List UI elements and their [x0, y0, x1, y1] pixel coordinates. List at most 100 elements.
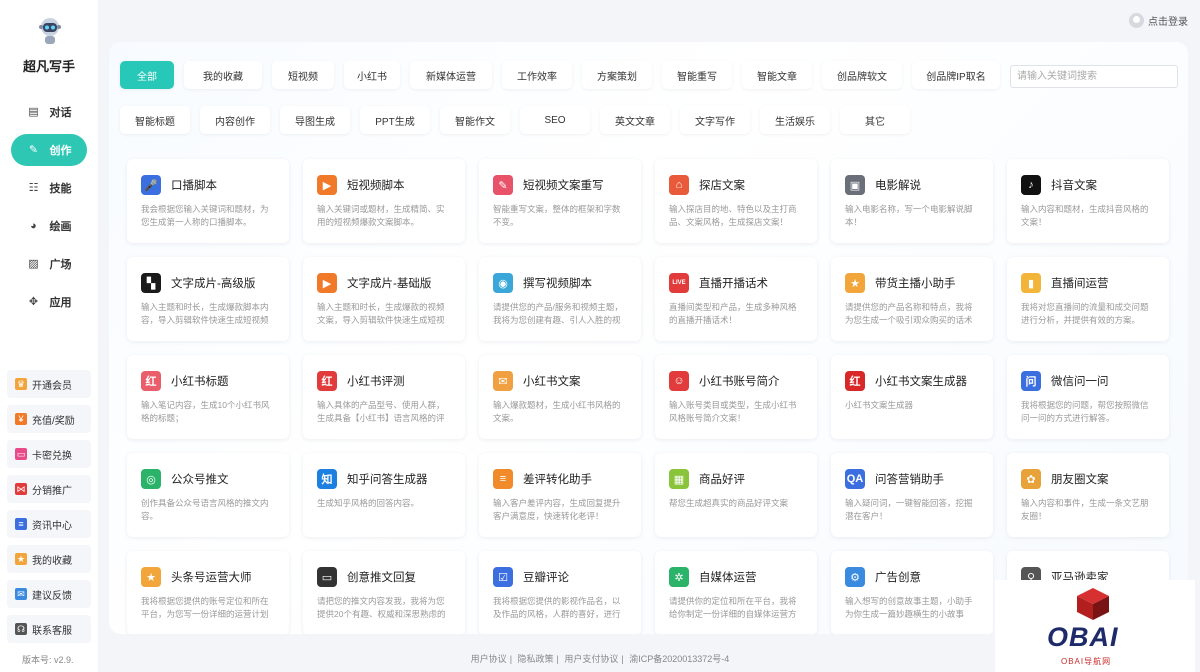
tool-card[interactable]: ♪ 抖音文案 输入内容和题材，生成抖音风格的文案！ [1007, 159, 1169, 243]
tool-card[interactable]: ◉ 撰写视频脚本请提供您的产品/服务和视频主题，我将为您创建有趣、引人入胜的视频脚… [479, 257, 641, 341]
tool-card[interactable]: ★ 带货主播小助手 请提供您的产品名称和特点，我将为您生成一个吸引观众购买的话术 [831, 257, 993, 341]
tool-card[interactable]: ✎ 短视频文案重写 智能重写文案，整体的框架和字数不变。 [479, 159, 641, 243]
card-description: 输入电影名称，写一个电影解说脚本！ [845, 204, 973, 227]
tool-card[interactable]: ☺ 小红书账号简介 输入账号类目或类型，生成小红书风格账号简介文案！ [655, 355, 817, 439]
card-title: 直播间运营 [1051, 278, 1109, 290]
tool-card[interactable]: ◎ 公众号推文 创作具备公众号语言风格的推文内容。 [127, 453, 289, 537]
card-title: 小红书评测 [347, 376, 405, 388]
menu-favorites[interactable]: ★ 我的收藏 [7, 545, 91, 573]
nav-item-create[interactable]: ✎ 创作 [11, 134, 87, 166]
card-title: 商品好评 [699, 474, 745, 486]
cube-logo-icon [1077, 588, 1109, 620]
card-header: ⌂ 探店文案 [669, 175, 803, 195]
tool-card[interactable]: 红小红书标题 输入笔记内容，生成10个小红书风格的标题； [127, 355, 289, 439]
tag-xiaohongshu[interactable]: 小红书 [344, 61, 400, 89]
footer-payment-agreement[interactable]: 用户支付协议 [564, 654, 618, 664]
tag-english[interactable]: 英文文章 [600, 106, 670, 134]
tool-card[interactable]: ≡ 差评转化助手 输入客户差评内容，生成回复提升客户满意度，快速转化老评！ [479, 453, 641, 537]
footer-privacy[interactable]: 隐私政策 [518, 654, 554, 664]
tool-card[interactable]: ▶ 短视频脚本 输入关键词或题材，生成精简、实用的短视频爆款文案脚本。 [303, 159, 465, 243]
grid-icon: ✥ [28, 296, 39, 308]
tool-card[interactable]: ☑ 豆瓣评论我将根据您提供的影视作品名，以及作品的风格，人群的喜好，进行评论 [479, 551, 641, 634]
tag-seo[interactable]: SEO [520, 106, 590, 134]
tag-brand-article[interactable]: 创品牌软文 [822, 61, 902, 89]
nav-item-skills[interactable]: ☷ 技能 [11, 172, 87, 204]
card-description: 输入爆款题材，生成小红书风格的文案。 [493, 400, 621, 423]
tool-card[interactable]: ▮ 直播间运营 我将对您直播间的流量和成交问题进行分析，并提供有效的方案。 [1007, 257, 1169, 341]
card-description: 输入客户差评内容，生成回复提升客户满意度，快速转化老评！ [493, 498, 621, 521]
card-description: 请提供你的定位和所在平台，我将给你制定一份详细的自媒体运营方案 [669, 596, 797, 619]
tag-article[interactable]: 智能文章 [742, 61, 812, 89]
tool-card[interactable]: ⌂ 探店文案 输入探店目的地、特色以及主打商品、文案风格，生成探店文案！ [655, 159, 817, 243]
card-description: 请提供您的产品/服务和视频主题，我将为您创建有趣、引人入胜的视频脚本 [493, 302, 623, 325]
card-header: ★ 带货主播小助手 [845, 273, 979, 293]
tag-new-media[interactable]: 新媒体运营 [410, 61, 492, 89]
tag-content[interactable]: 内容创作 [200, 106, 270, 134]
watermark-subtext: OBAI导航网 [1061, 657, 1112, 666]
video-play-icon: ▶ [317, 273, 337, 293]
tag-favorites[interactable]: 我的收藏 [184, 61, 262, 89]
footer-icp[interactable]: 渝ICP备2020013372号-4 [629, 654, 729, 664]
tag-writing[interactable]: 文字写作 [680, 106, 750, 134]
sidebar: 超凡写手 ▤ 对话 ✎ 创作 ☷ 技能 ◕ 绘画 ▨ 广场 ✥ 应用 ♛ 开通会员 ¥ 充值/奖… [0, 0, 98, 672]
tag-essay[interactable]: 智能作文 [440, 106, 510, 134]
tool-card[interactable]: ★ 头条号运营大师 我将根据您提供的账号定位和所在平台，为您写一份详细的运营计划 [127, 551, 289, 634]
card-description: 输入具体的产品型号、使用人群，生成具备【小红书】语言风格的评测文案 [317, 400, 445, 423]
tag-other[interactable]: 其它 [840, 106, 910, 134]
menu-feedback[interactable]: ✉ 建议反馈 [7, 580, 91, 608]
tool-card[interactable]: 🎤 口播脚本 我会根据您输入关键词和题材，为您生成第一人称的口播脚本。 [127, 159, 289, 243]
nav-item-square[interactable]: ▨ 广场 [11, 248, 87, 280]
tag-title[interactable]: 智能标题 [120, 106, 190, 134]
tag-rewrite[interactable]: 智能重写 [662, 61, 732, 89]
tool-card[interactable]: 红小红书评测输入具体的产品型号、使用人群，生成具备【小红书】语言风格的评测文案 [303, 355, 465, 439]
menu-distribution[interactable]: ⋈ 分销推广 [7, 475, 91, 503]
card-title: 自媒体运营 [699, 572, 757, 584]
tag-mindmap[interactable]: 导图生成 [280, 106, 350, 134]
card-header: ☑ 豆瓣评论 [493, 567, 627, 587]
card-title: 抖音文案 [1051, 180, 1097, 192]
menu-recharge[interactable]: ¥ 充值/奖励 [7, 405, 91, 433]
tool-card[interactable]: ▭ 创意推文回复请把您的推文内容发我，我将为您提供20个有趣、权威和深思熟虑的回复 [303, 551, 465, 634]
menu-service[interactable]: ☊ 联系客服 [7, 615, 91, 643]
tool-card[interactable]: ✿ 朋友圈文案 输入内容和事件，生成一条文艺朋友圈！ [1007, 453, 1169, 537]
menu-card-redeem[interactable]: ▭ 卡密兑换 [7, 440, 91, 468]
card-header: ✉ 小红书文案 [493, 371, 627, 391]
card-header: ≡ 差评转化助手 [493, 469, 627, 489]
tool-card[interactable]: LIVE 直播开播话术 直播间类型和产品，生成多种风格的直播开播话术！ [655, 257, 817, 341]
tool-card[interactable]: ▣ 电影解说 输入电影名称，写一个电影解说脚本！ [831, 159, 993, 243]
tool-card[interactable]: 问微信问一问 我将根据您的问题，帮您按照微信问一问的方式进行解答。 [1007, 355, 1169, 439]
tag-efficiency[interactable]: 工作效率 [502, 61, 572, 89]
menu-news[interactable]: ≡ 资讯中心 [7, 510, 91, 538]
card-description: 输入主题和时长，生成爆款脚本内容，导入剪辑软件快速生成短视频 [141, 302, 269, 325]
tag-ppt[interactable]: PPT生成 [360, 106, 430, 134]
tag-brand-ip-naming[interactable]: 创品牌IP取名 [912, 61, 1000, 89]
tool-card[interactable]: ▦ 商品好评 帮您生成超真实的商品好评文案 [655, 453, 817, 537]
tool-card[interactable]: QA 问答营销助手 输入疑问词，一键智能回答，挖掘潜在客户！ [831, 453, 993, 537]
news-icon: ≡ [15, 518, 27, 530]
tool-card[interactable]: ⚙ 广告创意 输入想写的创意故事主题，小助手为你生成一篇妙趣横生的小故事 [831, 551, 993, 634]
tag-all[interactable]: 全部 [120, 61, 174, 89]
tool-card[interactable]: ▚ 文字成片-高级版 输入主题和时长，生成爆款脚本内容，导入剪辑软件快速生成短视频 [127, 257, 289, 341]
tag-planning[interactable]: 方案策划 [582, 61, 652, 89]
card-header: 🎤 口播脚本 [141, 175, 275, 195]
card-description: 输入关键词或题材，生成精简、实用的短视频爆款文案脚本。 [317, 204, 445, 227]
nav-item-drawing[interactable]: ◕ 绘画 [11, 210, 87, 242]
search-input[interactable] [1010, 65, 1178, 88]
login-button[interactable]: 点击登录 [1129, 13, 1188, 28]
footer-user-agreement[interactable]: 用户协议 [471, 654, 507, 664]
tool-card[interactable]: ▶ 文字成片-基础版输入主题和时长，生成爆款的视频文案，导入剪辑软件快速生成短视频 [303, 257, 465, 341]
tag-life[interactable]: 生活娱乐 [760, 106, 830, 134]
nav-item-chat[interactable]: ▤ 对话 [11, 96, 87, 128]
menu-vip[interactable]: ♛ 开通会员 [7, 370, 91, 398]
eraser-icon: ✎ [493, 175, 513, 195]
card-header: ♪ 抖音文案 [1021, 175, 1155, 195]
tool-card[interactable]: 红小红书文案生成器 小红书文案生成器 [831, 355, 993, 439]
card-description: 输入账号类目或类型，生成小红书风格账号简介文案！ [669, 400, 797, 423]
microphone-icon: 🎤 [141, 175, 161, 195]
nav-item-apps[interactable]: ✥ 应用 [11, 286, 87, 318]
tool-card[interactable]: 知知乎问答生成器 生成知乎风格的回答内容。 [303, 453, 465, 537]
tool-card[interactable]: ✲ 自媒体运营请提供你的定位和所在平台，我将给你制定一份详细的自媒体运营方案 [655, 551, 817, 634]
card-title: 短视频文案重写 [523, 180, 604, 192]
tag-short-video[interactable]: 短视频 [272, 61, 334, 89]
tool-card[interactable]: ✉ 小红书文案 输入爆款题材，生成小红书风格的文案。 [479, 355, 641, 439]
